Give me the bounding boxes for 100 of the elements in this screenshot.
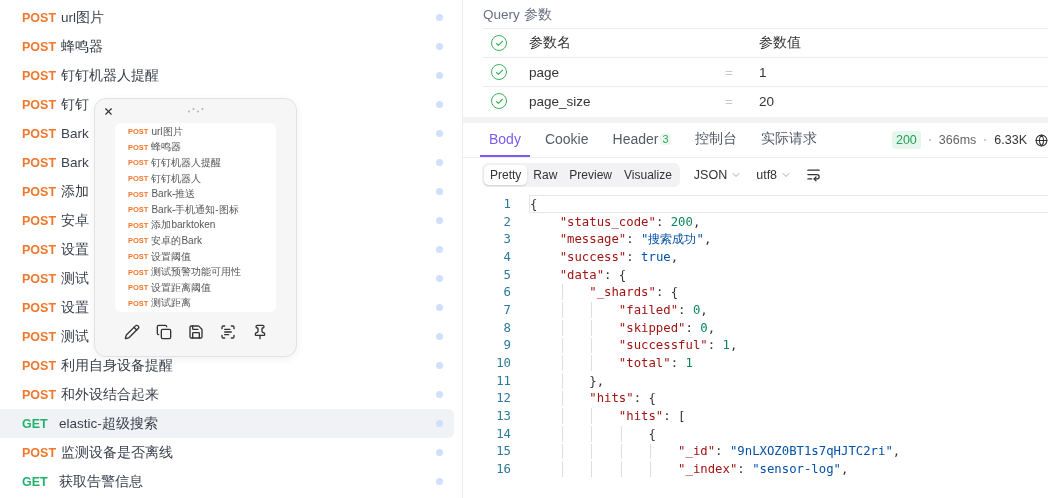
method-label: POST — [22, 97, 57, 112]
drag-handle-icon[interactable] — [187, 108, 205, 113]
method-label: POST — [22, 358, 57, 373]
method-label: POST — [22, 213, 57, 228]
count-badge: 3 — [660, 133, 671, 145]
status-dot — [436, 43, 443, 50]
code-line: }, — [588, 373, 605, 388]
line-number: 5 — [502, 267, 512, 282]
request-name: 测试距离 — [151, 296, 192, 311]
code-line: "_index": "sensor-log", — [677, 462, 849, 477]
request-name: Bark-推送 — [151, 187, 196, 202]
code-line: "hits": [ — [617, 409, 686, 424]
method-label: POST — [22, 155, 57, 170]
method-label: POST — [22, 39, 57, 54]
request-name: 和外设结合起来 — [61, 385, 160, 404]
line-number: 16 — [495, 462, 512, 477]
copy-icon[interactable] — [155, 324, 172, 340]
request-name: 获取告警信息 — [59, 472, 143, 491]
code-line: "failed": 0, — [617, 302, 708, 317]
globe-icon[interactable] — [1035, 133, 1048, 147]
line-number: 3 — [502, 232, 512, 247]
code-line: "data": { — [558, 267, 627, 282]
line-number: 2 — [502, 214, 512, 229]
line-number: 14 — [495, 426, 512, 441]
request-name: 安卓 — [61, 211, 90, 230]
selected-request-item[interactable]: GET elastic-超级搜索 — [0, 409, 454, 438]
request-name: 测试 — [61, 327, 90, 346]
status-dot — [436, 159, 443, 166]
request-name: Bark — [61, 126, 89, 141]
code-line: "_id": "9nLXOZ0BT1s7qHJTC2ri", — [677, 444, 901, 459]
status-dot — [436, 333, 443, 340]
section-title: Query 参数 — [483, 6, 553, 24]
response-tab[interactable]: 实际请求 — [751, 123, 826, 157]
view-option[interactable]: Visualize — [618, 164, 678, 185]
check-icon — [494, 96, 504, 106]
code-line: "successful": 1, — [617, 338, 738, 353]
status-dot — [436, 217, 443, 224]
line-number: 9 — [502, 338, 512, 353]
format-dropdown[interactable]: JSON — [693, 167, 743, 182]
method-label: GET — [22, 416, 49, 431]
pencil-icon[interactable] — [123, 324, 140, 340]
method-label: POST — [22, 10, 57, 25]
request-name: 监测设备是否离线 — [61, 443, 174, 462]
request-name: 蜂鸣器 — [151, 140, 182, 155]
method-label: POST — [22, 184, 57, 199]
request-name: Bark-手机通知-图标 — [151, 202, 239, 217]
check-icon — [494, 38, 504, 48]
method-label: POST — [22, 329, 57, 344]
response-time: 366ms — [938, 133, 977, 147]
param-value: 1 — [759, 64, 767, 80]
request-name: url图片 — [61, 8, 105, 27]
request-name: 添加barktoken — [151, 218, 216, 233]
status-dot — [436, 101, 443, 108]
request-name: 设置 — [61, 298, 90, 317]
line-number: 1 — [502, 196, 512, 211]
request-name: 安卓的Bark — [151, 233, 202, 248]
encoding-dropdown[interactable]: utf8 — [756, 167, 793, 182]
response-tab[interactable]: Body — [480, 123, 530, 157]
code-line: "status_code": 200, — [558, 214, 701, 229]
param-name: page — [529, 64, 561, 80]
status-dot — [436, 14, 443, 21]
method-label: POST — [22, 300, 57, 315]
view-option[interactable]: Preview — [563, 164, 619, 185]
view-option[interactable]: Raw — [527, 164, 564, 185]
line-number: 12 — [495, 391, 512, 406]
view-option[interactable]: Pretty — [484, 164, 528, 185]
code-line: "_shards": { — [588, 285, 679, 300]
response-size: 6.33K — [994, 133, 1027, 147]
status-dot — [436, 275, 443, 282]
method-label: POST — [22, 126, 57, 141]
line-number: 13 — [495, 409, 512, 424]
equals-sign: = — [725, 64, 734, 80]
status-dot — [436, 362, 443, 369]
status-dot — [436, 246, 443, 253]
scan-text-icon[interactable] — [219, 324, 236, 340]
request-name: 利用自身设备提醒 — [61, 356, 174, 375]
method-label: POST — [22, 242, 57, 257]
close-icon[interactable] — [103, 105, 114, 117]
code-line: "total": 1 — [617, 356, 693, 371]
equals-sign: = — [725, 93, 734, 109]
line-number: 15 — [495, 444, 512, 459]
request-name: 钉钉机器人提醒 — [151, 156, 222, 170]
line-number: 8 — [502, 320, 512, 335]
code-line: "hits": { — [588, 391, 656, 406]
method-label: GET — [22, 474, 49, 489]
request-name: 添加 — [61, 182, 90, 201]
line-number: 10 — [495, 356, 512, 371]
line-number: 7 — [502, 302, 512, 317]
status-badge: 200 — [891, 131, 921, 149]
response-tab[interactable]: 控制台 — [685, 123, 746, 157]
save-icon[interactable] — [187, 324, 204, 340]
wrap-icon[interactable] — [806, 167, 822, 182]
param-value: 20 — [759, 93, 775, 109]
request-name: 测试 — [61, 269, 90, 288]
request-name: url图片 — [151, 124, 183, 139]
status-dot — [436, 188, 443, 195]
code-line: "message": "搜索成功", — [558, 230, 712, 248]
response-tab[interactable]: Cookie — [535, 123, 598, 157]
response-tab[interactable]: Header 3 — [603, 123, 680, 157]
method-label: POST — [22, 68, 57, 83]
